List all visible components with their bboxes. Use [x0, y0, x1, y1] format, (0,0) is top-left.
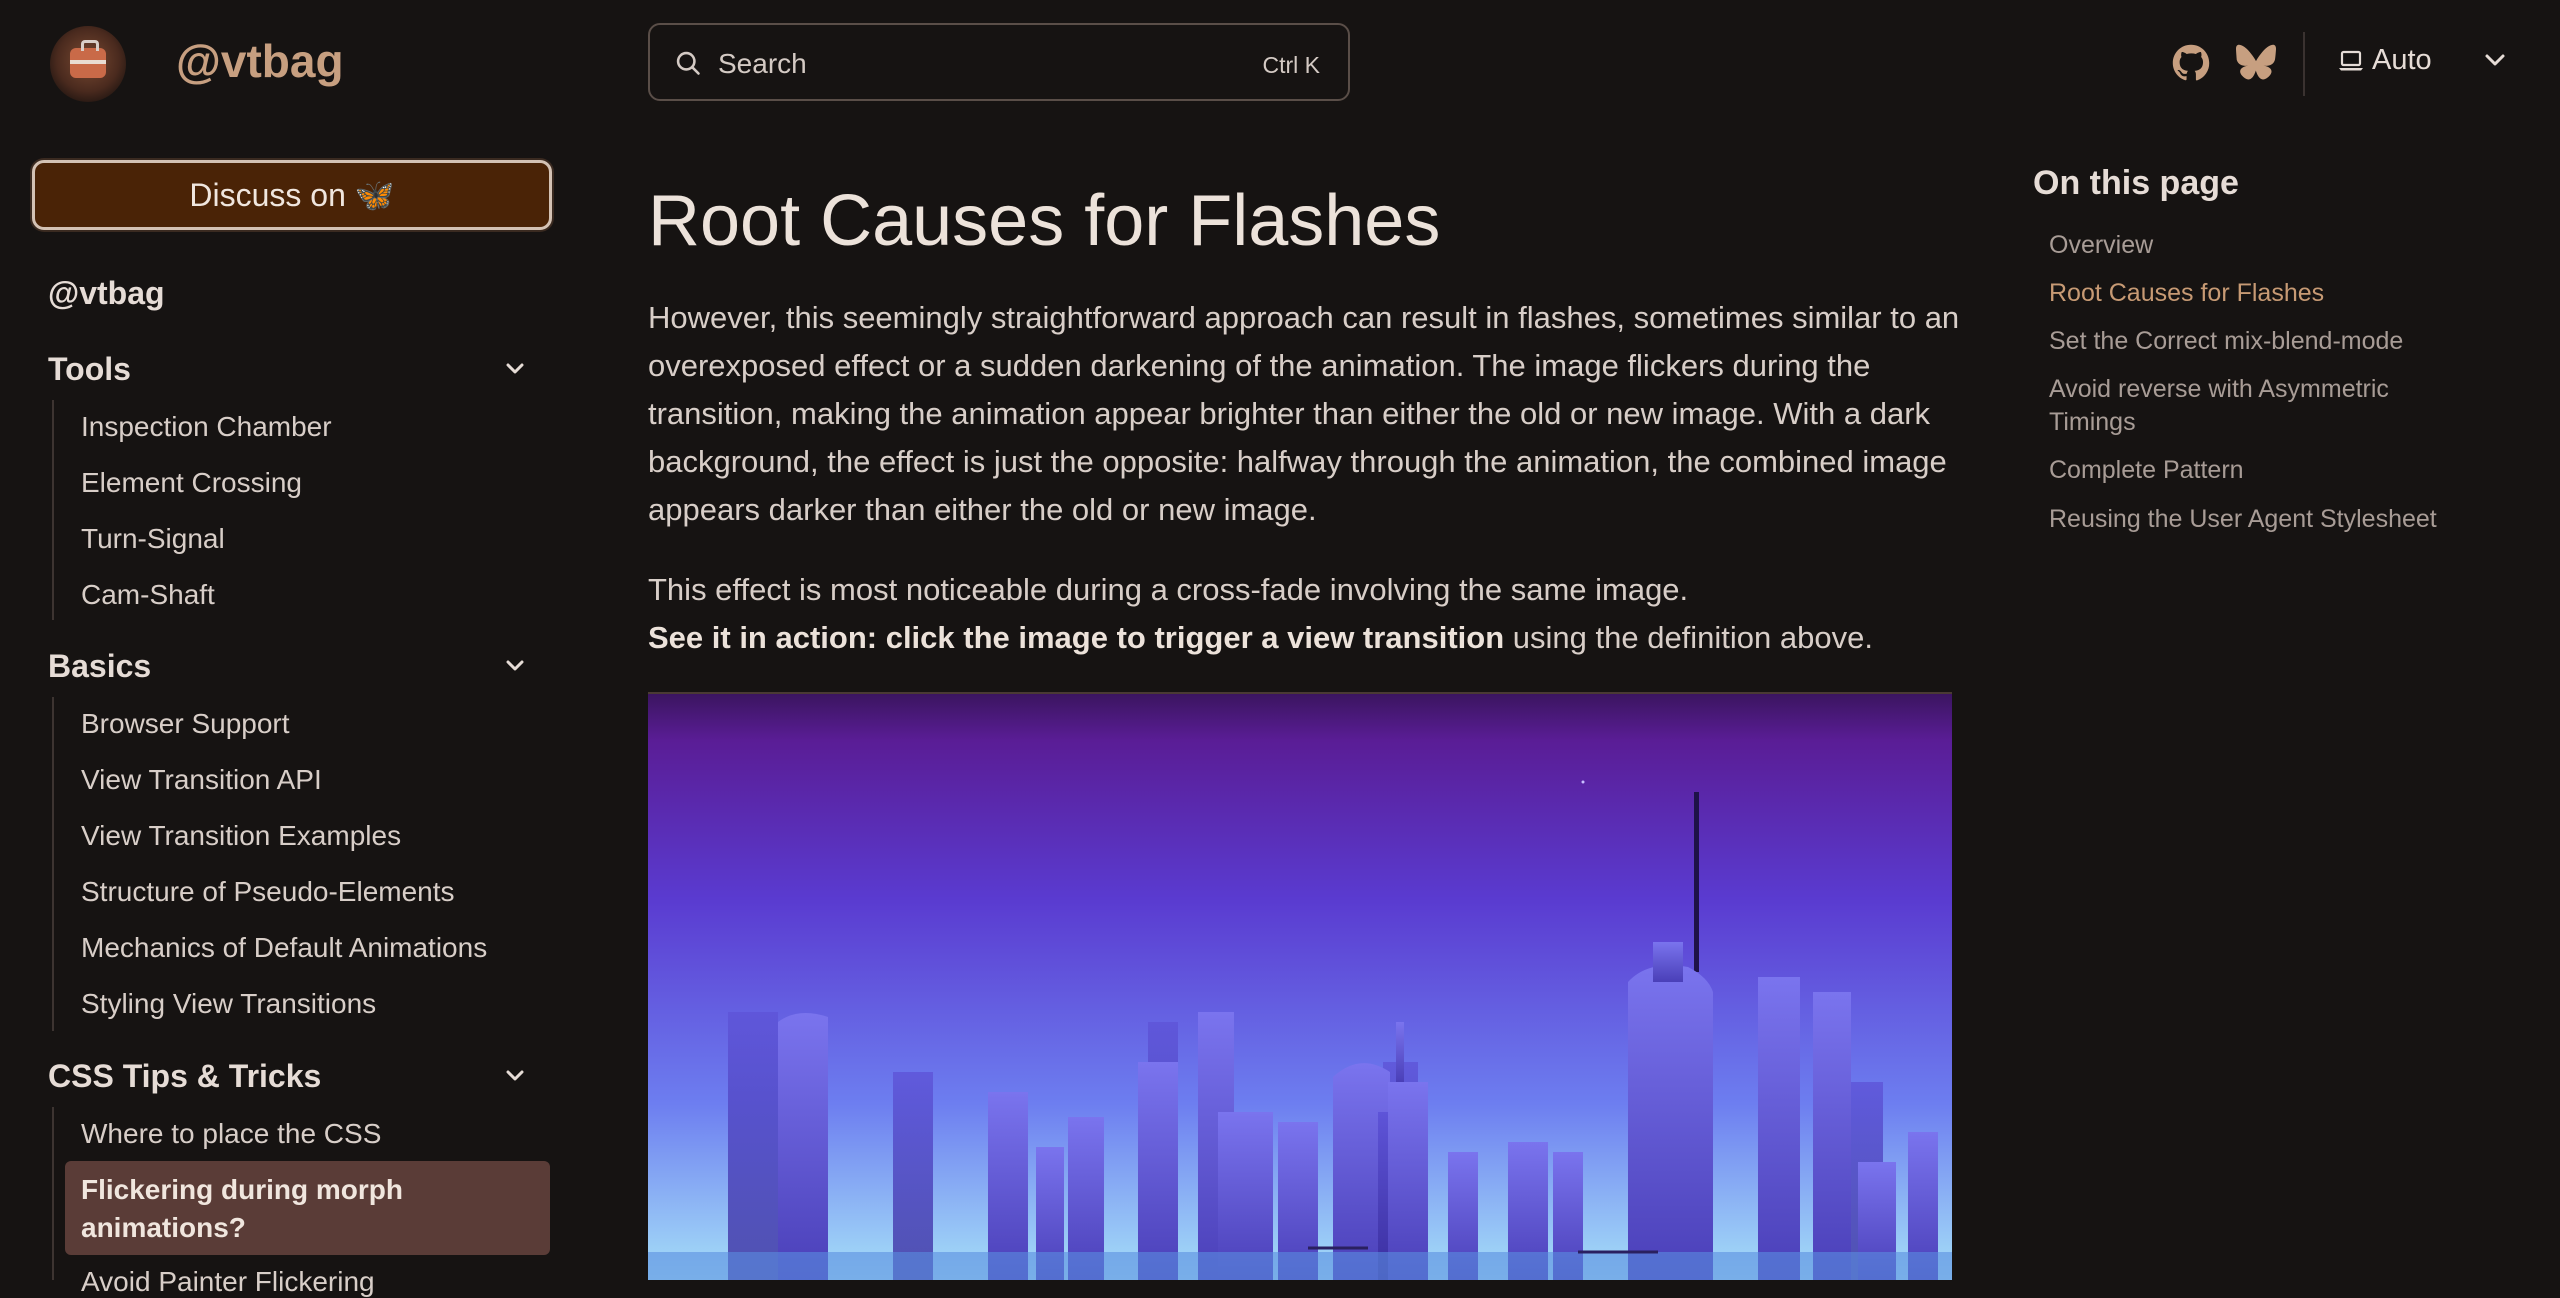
paragraph-cross-fade: This effect is most noticeable during a …	[648, 566, 1958, 662]
paragraph-flashes: However, this seemingly straightforward …	[648, 300, 1960, 527]
paragraph-line: This effect is most noticeable during a …	[648, 572, 1689, 607]
site-logo[interactable]	[50, 26, 126, 102]
sidebar-item-cam-shaft[interactable]: Cam-Shaft	[81, 579, 215, 611]
theme-label: Auto	[2372, 44, 2432, 76]
sidebar-home-link[interactable]: @vtbag	[48, 275, 165, 312]
site-header: @vtbag Search Ctrl K Auto	[0, 0, 2560, 130]
search-button[interactable]: Search Ctrl K	[648, 23, 1350, 101]
sidebar-item-label: Flickering during morph animations?	[81, 1174, 404, 1243]
sidebar-item-element-crossing[interactable]: Element Crossing	[81, 467, 302, 499]
chevron-down-icon[interactable]	[500, 1066, 530, 1086]
paragraph-tail: using the definition above.	[1504, 620, 1873, 655]
discuss-button[interactable]: Discuss on 🦋	[32, 160, 552, 230]
sidebar-group-tools[interactable]: Tools	[48, 351, 131, 388]
sidebar-item-inspection-chamber[interactable]: Inspection Chamber	[81, 411, 332, 443]
butterfly-icon[interactable]	[2236, 44, 2276, 82]
sidebar-item-view-transition-examples[interactable]: View Transition Examples	[81, 820, 401, 852]
city-skyline-image	[648, 694, 1952, 1280]
sidebar-item-where-to-place-css[interactable]: Where to place the CSS	[81, 1118, 381, 1150]
toc-item-reusing-ua-stylesheet[interactable]: Reusing the User Agent Stylesheet	[2049, 503, 2479, 536]
toc-title: On this page	[2033, 164, 2239, 202]
github-icon[interactable]	[2172, 44, 2210, 82]
site-title[interactable]: @vtbag	[176, 34, 344, 88]
sidebar-item-structure-pseudo-elements[interactable]: Structure of Pseudo-Elements	[81, 876, 455, 908]
image-border	[648, 692, 1952, 694]
paragraph-emphasis: See it in action: click the image to tri…	[648, 620, 1505, 655]
laptop-icon	[2339, 50, 2363, 71]
demo-image[interactable]	[648, 692, 1952, 1280]
sidebar-item-turn-signal[interactable]: Turn-Signal	[81, 523, 225, 555]
search-shortcut: Ctrl K	[1262, 52, 1321, 78]
toc-item-avoid-reverse[interactable]: Avoid reverse with Asymmetric Timings	[2049, 373, 2449, 439]
chevron-down-icon	[2485, 54, 2505, 66]
header-divider	[2303, 32, 2305, 96]
chevron-down-icon[interactable]	[500, 656, 530, 676]
sidebar-item-avoid-painter-flickering[interactable]: Avoid Painter Flickering	[81, 1266, 375, 1298]
sidebar-group-css-tips[interactable]: CSS Tips & Tricks	[48, 1058, 321, 1095]
group-divider	[52, 697, 54, 1031]
toc-item-complete-pattern[interactable]: Complete Pattern	[2049, 454, 2479, 487]
group-divider	[52, 400, 54, 620]
toc-item-mix-blend-mode[interactable]: Set the Correct mix-blend-mode	[2049, 325, 2479, 358]
search-label: Search	[718, 48, 807, 79]
sidebar-group-basics[interactable]: Basics	[48, 648, 151, 685]
toc-item-overview[interactable]: Overview	[2049, 229, 2479, 262]
sidebar-item-view-transition-api[interactable]: View Transition API	[81, 764, 322, 796]
chevron-down-icon[interactable]	[500, 359, 530, 379]
sidebar-item-mechanics-default-animations[interactable]: Mechanics of Default Animations	[81, 932, 487, 964]
briefcase-icon	[70, 40, 106, 78]
sidebar-item-styling-view-transitions[interactable]: Styling View Transitions	[81, 988, 376, 1020]
sidebar-item-flickering-active[interactable]: Flickering during morph animations?	[65, 1161, 550, 1255]
page-title: Root Causes for Flashes	[648, 181, 1441, 261]
toc-item-root-causes[interactable]: Root Causes for Flashes	[2049, 277, 2479, 310]
group-divider	[52, 1107, 54, 1280]
sidebar-item-browser-support[interactable]: Browser Support	[81, 708, 290, 740]
search-icon	[676, 51, 700, 75]
